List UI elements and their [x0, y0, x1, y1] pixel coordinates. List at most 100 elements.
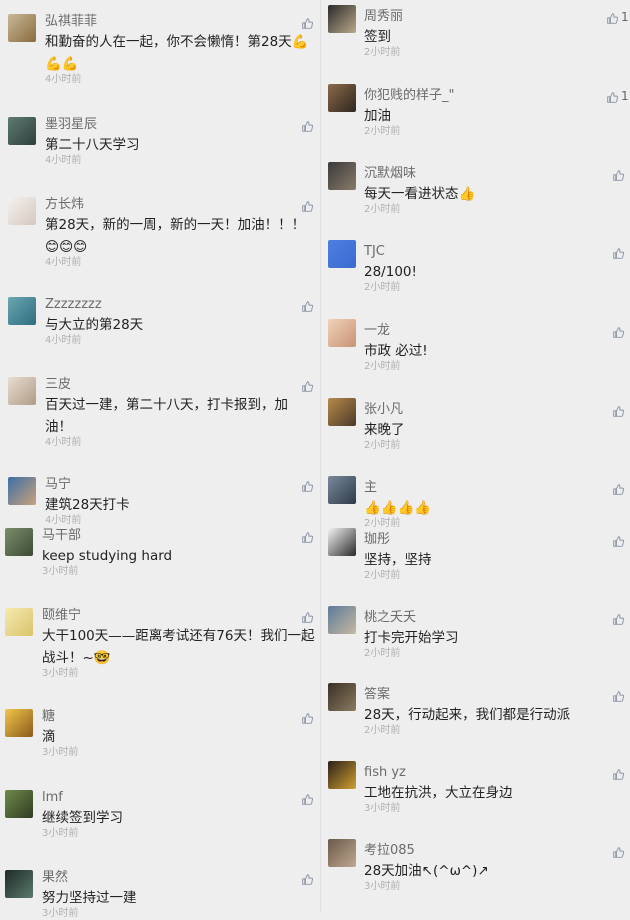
like-button[interactable]	[613, 689, 627, 703]
commenter-name[interactable]: TJC	[364, 244, 385, 260]
like-button[interactable]	[613, 246, 627, 260]
commenter-name[interactable]: 果然	[42, 870, 68, 886]
comment-text: 第二十八天学习	[45, 137, 140, 153]
comment-text: 第28天，新的一周，新的一天！加油！！！	[45, 217, 306, 233]
avatar[interactable]	[5, 608, 33, 636]
like-button[interactable]	[302, 610, 316, 624]
commenter-name[interactable]: 三皮	[45, 377, 71, 393]
like-button[interactable]	[613, 168, 627, 182]
avatar[interactable]	[328, 606, 356, 634]
comment-timestamp: 4小时前	[45, 437, 82, 448]
commenter-name[interactable]: lmf	[42, 790, 63, 806]
commenter-name[interactable]: 答案	[364, 687, 390, 703]
like-button[interactable]	[613, 325, 627, 339]
comment-text: 28/100!	[364, 264, 417, 280]
avatar[interactable]	[328, 5, 356, 33]
comment-text: 打卡完开始学习	[364, 630, 459, 646]
like-button[interactable]	[302, 872, 316, 886]
comment-timestamp: 3小时前	[42, 566, 79, 577]
commenter-name[interactable]: 颐维宁	[42, 608, 81, 624]
commenter-name[interactable]: 周秀丽	[364, 9, 403, 25]
like-button[interactable]	[302, 16, 316, 30]
commenter-name[interactable]: 马宁	[45, 477, 71, 493]
avatar[interactable]	[328, 683, 356, 711]
avatar[interactable]	[8, 477, 36, 505]
like-button[interactable]	[302, 119, 316, 133]
thumbs-up-icon	[613, 613, 624, 625]
comment-timestamp: 2小时前	[364, 725, 401, 736]
like-button[interactable]: 1	[607, 89, 629, 104]
avatar[interactable]	[328, 319, 356, 347]
commenter-name[interactable]: 珈彤	[364, 532, 390, 548]
avatar[interactable]	[8, 297, 36, 325]
like-button[interactable]	[613, 534, 627, 548]
thumbs-up-icon	[613, 405, 624, 417]
comment-timestamp: 3小时前	[42, 668, 79, 679]
comment-text: 28天加油↖(^ω^)↗	[364, 863, 489, 879]
avatar[interactable]	[8, 117, 36, 145]
like-button[interactable]: 1	[607, 10, 629, 25]
like-count: 1	[621, 10, 629, 24]
avatar[interactable]	[8, 197, 36, 225]
commenter-name[interactable]: 桃之夭夭	[364, 610, 416, 626]
like-button[interactable]	[302, 199, 316, 213]
like-button[interactable]	[302, 711, 316, 725]
like-button[interactable]	[302, 530, 316, 544]
commenter-name[interactable]: fish yz	[364, 765, 406, 781]
avatar[interactable]	[328, 528, 356, 556]
like-button[interactable]	[613, 767, 627, 781]
avatar[interactable]	[328, 84, 356, 112]
commenter-name[interactable]: 墨羽星辰	[45, 117, 97, 133]
avatar[interactable]	[328, 476, 356, 504]
commenter-name[interactable]: 弘祺菲菲	[45, 14, 97, 30]
thumbs-up-icon	[613, 535, 624, 547]
comment-timestamp: 2小时前	[364, 204, 401, 215]
avatar[interactable]	[5, 709, 33, 737]
commenter-name[interactable]: 方长炜	[45, 197, 84, 213]
avatar[interactable]	[328, 162, 356, 190]
comment-timestamp: 3小时前	[364, 803, 401, 814]
avatar[interactable]	[328, 240, 356, 268]
comment-text: keep studying hard	[42, 548, 173, 564]
thumbs-up-icon	[302, 17, 313, 29]
avatar[interactable]	[328, 398, 356, 426]
commenter-name[interactable]: 你犯贱的样子_"	[364, 88, 454, 104]
avatar[interactable]	[328, 839, 356, 867]
like-button[interactable]	[302, 299, 316, 313]
commenter-name[interactable]: 马干部	[42, 528, 81, 544]
comment-text: 每天一看进状态👍	[364, 186, 476, 202]
thumbs-up-icon	[302, 611, 313, 623]
commenter-name[interactable]: 主	[364, 480, 377, 496]
thumbs-up-icon	[302, 300, 313, 312]
avatar[interactable]	[5, 528, 33, 556]
commenter-name[interactable]: 张小凡	[364, 402, 403, 418]
like-button[interactable]	[302, 379, 316, 393]
comment-text: 👍👍👍👍	[364, 500, 432, 516]
comment-timestamp: 4小时前	[45, 335, 82, 346]
avatar[interactable]	[5, 790, 33, 818]
like-button[interactable]	[302, 792, 316, 806]
like-button[interactable]	[613, 612, 627, 626]
comment-text: 28天，行动起来，我们都是行动派	[364, 707, 571, 723]
avatar[interactable]	[8, 14, 36, 42]
comment-text: 来晚了	[364, 422, 405, 438]
comment-text: 💪💪	[45, 56, 79, 72]
like-button[interactable]	[613, 404, 627, 418]
commenter-name[interactable]: 糖	[42, 709, 55, 725]
avatar[interactable]	[328, 761, 356, 789]
avatar[interactable]	[8, 377, 36, 405]
commenter-name[interactable]: Zzzzzzzz	[45, 297, 102, 313]
comment-text: 和勤奋的人在一起，你不会懒惰！第28天💪	[45, 34, 309, 50]
like-button[interactable]	[613, 482, 627, 496]
avatar[interactable]	[5, 870, 33, 898]
comment-timestamp: 2小时前	[364, 47, 401, 58]
thumbs-up-icon	[613, 169, 624, 181]
like-button[interactable]	[613, 845, 627, 859]
comment-timestamp: 3小时前	[364, 881, 401, 892]
like-button[interactable]	[302, 479, 316, 493]
comment-timestamp: 2小时前	[364, 570, 401, 581]
comment-timestamp: 2小时前	[364, 648, 401, 659]
commenter-name[interactable]: 沉默烟味	[364, 166, 416, 182]
commenter-name[interactable]: 一龙	[364, 323, 390, 339]
commenter-name[interactable]: 考拉085	[364, 843, 415, 859]
